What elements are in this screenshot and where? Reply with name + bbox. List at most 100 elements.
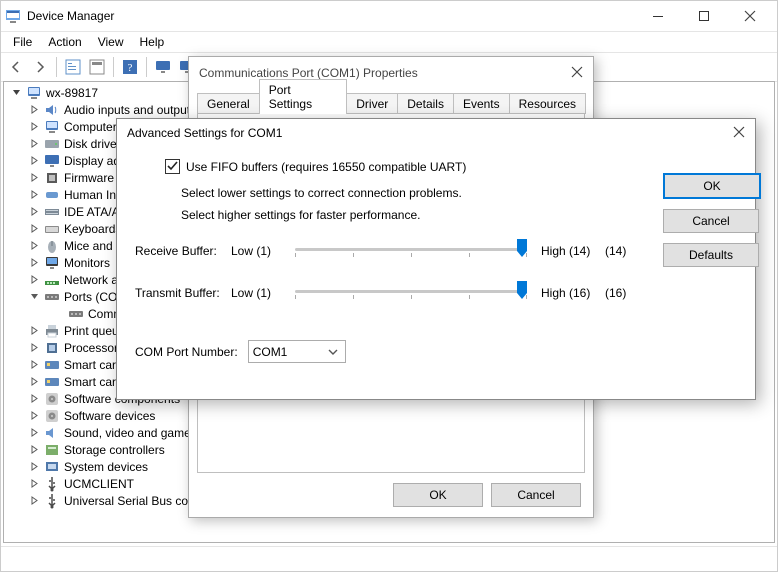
storage-icon: [44, 442, 60, 458]
properties-button[interactable]: [86, 56, 108, 78]
expand-icon[interactable]: [28, 393, 40, 405]
close-icon[interactable]: [571, 65, 583, 82]
expand-icon[interactable]: [28, 461, 40, 473]
menubar: File Action View Help: [1, 32, 777, 52]
expand-icon[interactable]: [28, 478, 40, 490]
smartcard-icon: [44, 374, 60, 390]
fifo-label: Use FIFO buffers (requires 16550 compati…: [186, 160, 466, 174]
slider-thumb-icon[interactable]: [517, 239, 527, 259]
titlebar[interactable]: Device Manager: [1, 1, 777, 32]
tab-events[interactable]: Events: [453, 93, 510, 114]
advanced-title: Advanced Settings for COM1: [127, 126, 733, 140]
hid-icon: [44, 187, 60, 203]
transmit-low-label: Low (1): [231, 286, 287, 300]
ide-icon: [44, 204, 60, 220]
maximize-button[interactable]: [681, 1, 727, 31]
expand-icon[interactable]: [28, 257, 40, 269]
transmit-buffer-row: Transmit Buffer: Low (1) High (16) (16): [135, 280, 645, 306]
tab-driver[interactable]: Driver: [346, 93, 398, 114]
usb-icon: [44, 476, 60, 492]
hint-lower: Select lower settings to correct connect…: [181, 186, 645, 200]
expand-icon[interactable]: [28, 206, 40, 218]
forward-button[interactable]: [29, 56, 51, 78]
port-icon: [68, 306, 84, 322]
tree-item-label: Audio inputs and outputs: [64, 103, 196, 117]
tree-item-label: Software devices: [64, 409, 155, 423]
expand-icon[interactable]: [28, 104, 40, 116]
expand-icon[interactable]: [28, 189, 40, 201]
tab-port-settings[interactable]: Port Settings: [259, 79, 348, 114]
software-icon: [44, 408, 60, 424]
advanced-titlebar[interactable]: Advanced Settings for COM1: [117, 119, 755, 147]
tab-details[interactable]: Details: [397, 93, 454, 114]
expand-icon[interactable]: [28, 121, 40, 133]
close-icon[interactable]: [733, 126, 745, 141]
fifo-checkbox[interactable]: [165, 159, 180, 174]
expand-icon[interactable]: [28, 444, 40, 456]
slider-thumb-icon[interactable]: [517, 281, 527, 301]
expand-icon[interactable]: [28, 274, 40, 286]
menu-view[interactable]: View: [90, 33, 132, 51]
tab-resources[interactable]: Resources: [509, 93, 586, 114]
expand-icon[interactable]: [28, 495, 40, 507]
receive-buffer-slider[interactable]: [295, 242, 527, 260]
back-button[interactable]: [5, 56, 27, 78]
expand-icon[interactable]: [28, 342, 40, 354]
transmit-buffer-slider[interactable]: [295, 284, 527, 302]
expand-icon[interactable]: [28, 138, 40, 150]
expand-icon[interactable]: [28, 359, 40, 371]
port-icon: [44, 289, 60, 305]
expand-icon[interactable]: [28, 410, 40, 422]
menu-help[interactable]: Help: [132, 33, 173, 51]
tree-root-label: wx-89817: [46, 86, 98, 100]
properties-tabs: GeneralPort SettingsDriverDetailsEventsR…: [189, 89, 593, 113]
speaker-icon: [44, 102, 60, 118]
cancel-button[interactable]: Cancel: [663, 209, 759, 233]
expand-icon[interactable]: [28, 223, 40, 235]
show-hide-tree-button[interactable]: [62, 56, 84, 78]
transmit-high-label: High (16): [541, 286, 605, 300]
menu-file[interactable]: File: [5, 33, 40, 51]
separator: [56, 57, 57, 77]
system-icon: [44, 459, 60, 475]
expand-icon[interactable]: [28, 172, 40, 184]
minimize-button[interactable]: [635, 1, 681, 31]
expand-icon[interactable]: [28, 240, 40, 252]
software-icon: [44, 391, 60, 407]
properties-titlebar[interactable]: Communications Port (COM1) Properties: [189, 57, 593, 89]
svg-text:?: ?: [128, 62, 133, 74]
ok-button[interactable]: OK: [393, 483, 483, 507]
hint-higher: Select higher settings for faster perfor…: [181, 208, 645, 222]
close-button[interactable]: [727, 1, 773, 31]
properties-title: Communications Port (COM1) Properties: [199, 66, 571, 80]
cpu-icon: [44, 340, 60, 356]
chevron-down-icon: [325, 344, 341, 360]
tab-general[interactable]: General: [197, 93, 260, 114]
advanced-settings-dialog: Advanced Settings for COM1 Use FIFO buff…: [116, 118, 756, 400]
com-port-number-value: COM1: [253, 345, 288, 359]
receive-low-label: Low (1): [231, 244, 287, 258]
expand-icon[interactable]: [28, 376, 40, 388]
collapse-icon[interactable]: [10, 87, 22, 99]
sound-icon: [44, 425, 60, 441]
collapse-icon[interactable]: [28, 291, 40, 303]
expand-icon[interactable]: [28, 325, 40, 337]
expand-icon[interactable]: [28, 427, 40, 439]
tree-item-label: Storage controllers: [64, 443, 165, 457]
help-button[interactable]: ?: [119, 56, 141, 78]
computer-icon: [26, 85, 42, 101]
transmit-value: (16): [605, 286, 639, 300]
smartcard-icon: [44, 357, 60, 373]
cancel-button[interactable]: Cancel: [491, 483, 581, 507]
menu-action[interactable]: Action: [40, 33, 89, 51]
tree-item-label: Monitors: [64, 256, 110, 270]
disk-icon: [44, 136, 60, 152]
mouse-icon: [44, 238, 60, 254]
separator: [113, 57, 114, 77]
defaults-button[interactable]: Defaults: [663, 243, 759, 267]
scan-button[interactable]: [152, 56, 174, 78]
ok-button[interactable]: OK: [663, 173, 761, 199]
expand-icon[interactable]: [28, 155, 40, 167]
display-icon: [44, 153, 60, 169]
com-port-number-select[interactable]: COM1: [248, 340, 346, 363]
